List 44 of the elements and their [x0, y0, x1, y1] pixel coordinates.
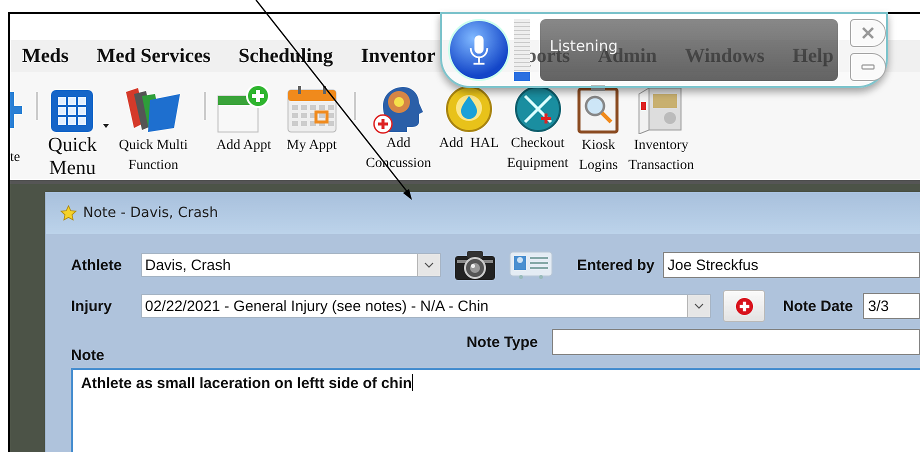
note-text-area[interactable]: Athlete as small laceration on leftt side of chin [71, 368, 920, 452]
field-label: Note [71, 347, 104, 364]
toolbar-button[interactable]: Quick Menu [44, 82, 111, 180]
grid-icon [49, 88, 96, 134]
field-label: Athlete [71, 256, 123, 274]
minimize-icon [861, 64, 875, 70]
toolbar-button[interactable]: Kiosk Logins [572, 82, 624, 176]
camera-icon[interactable] [453, 248, 497, 282]
menu-item[interactable]: Meds [22, 44, 69, 68]
field-label: Note Date [783, 298, 854, 314]
toolbar-button[interactable]: Add Appt [212, 82, 276, 156]
star-icon [60, 204, 77, 222]
field-label: Entered by [577, 256, 655, 274]
close-button[interactable] [850, 19, 886, 47]
head-icon [373, 84, 424, 134]
toolbar-button[interactable]: te [10, 82, 30, 168]
field-label: Note Type [466, 334, 538, 350]
toolbar-button[interactable]: My Appt [282, 82, 342, 156]
note-type-field[interactable] [552, 329, 920, 355]
athlete-dropdown[interactable]: Davis, Crash [141, 253, 441, 277]
plus-icon [734, 296, 754, 316]
microphone-icon [468, 33, 490, 67]
chevron-icon [417, 254, 440, 276]
menu-item[interactable]: Med Services [96, 44, 211, 68]
toolbar-button[interactable]: Quick Multi Function [114, 82, 192, 176]
chevron-icon [687, 295, 710, 317]
id-card-icon[interactable] [509, 250, 553, 280]
window-title: Note - Davis, Crash [83, 205, 218, 221]
toolbar-button[interactable]: Inventory Transaction [624, 82, 698, 176]
field-label: Injury [71, 298, 113, 314]
minimize-button[interactable] [850, 53, 886, 81]
entered-by-field[interactable]: Joe Streckfus [662, 252, 920, 278]
caret-icon [102, 124, 109, 128]
note-date-field[interactable]: 3/3 [863, 293, 920, 319]
injury-dropdown[interactable]: 02/22/2021 - General Injury (see notes) - N/A - Chin [141, 294, 711, 318]
calendar-plus-icon [216, 84, 272, 134]
add-injury-button[interactable] [723, 290, 765, 322]
close-icon [861, 27, 875, 39]
toolbar-button[interactable]: Add HAL [435, 82, 503, 154]
menu-item[interactable]: Inventor [361, 44, 436, 68]
toolbar-button[interactable]: Checkout Equipment [502, 82, 572, 174]
calendar-icon [286, 84, 338, 134]
level-meter [514, 19, 530, 81]
water-drop-icon [444, 84, 494, 134]
